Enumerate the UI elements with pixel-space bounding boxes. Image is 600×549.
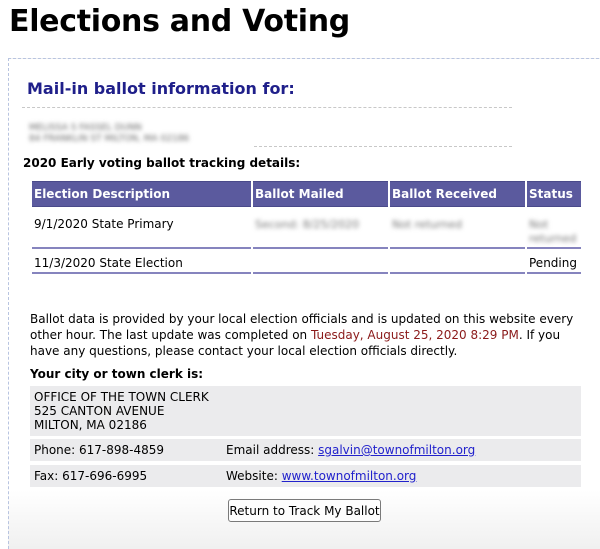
- website-link[interactable]: www.townofmilton.org: [282, 469, 417, 483]
- cell-status: Pending: [527, 249, 581, 274]
- column-header-status: Status: [527, 181, 581, 207]
- tracking-section-title: 2020 Early voting ballot tracking detail…: [23, 156, 301, 170]
- voter-name: MELISSA S FASSEL DUNN: [29, 123, 142, 133]
- last-update-time: Tuesday, August 25, 2020 8:29 PM: [310, 328, 519, 342]
- redacted-value: Not returned: [392, 218, 463, 231]
- email-label: Email address:: [226, 443, 319, 457]
- return-to-track-button[interactable]: Return to Track My Ballot: [228, 499, 381, 522]
- voter-info-redacted: MELISSA S FASSEL DUNN 84 FRANKLIN ST MIL…: [29, 123, 189, 145]
- clerk-address-box: OFFICE OF THE TOWN CLERK 525 CANTON AVEN…: [30, 386, 581, 436]
- phone-value: 617-898-4859: [79, 443, 165, 457]
- cell-ballot-received: Not returned: [390, 207, 525, 249]
- panel-heading: Mail-in ballot information for:: [27, 79, 295, 98]
- clerk-phone-row: Phone: 617-898-4859 Email address: sgalv…: [30, 439, 581, 461]
- clerk-email: Email address: sgalvin@townofmilton.org: [226, 443, 475, 457]
- cell-ballot-mailed: Second: 8/25/2020: [253, 207, 388, 249]
- cell-status: Not returned: [527, 207, 581, 249]
- clerk-fax: Fax: 617-696-6995: [34, 469, 147, 483]
- cell-election: 11/3/2020 State Election: [32, 249, 251, 274]
- cell-election: 9/1/2020 State Primary: [32, 207, 251, 249]
- redacted-value: Not returned: [529, 218, 577, 245]
- clerk-phone: Phone: 617-898-4859: [34, 443, 164, 457]
- table-row: 11/3/2020 State Election Pending: [32, 249, 581, 274]
- clerk-office: OFFICE OF THE TOWN CLERK: [34, 390, 209, 404]
- fax-value: 617-696-6995: [62, 469, 148, 483]
- page-title: Elections and Voting: [9, 4, 350, 39]
- cell-ballot-mailed: [253, 249, 388, 274]
- divider: [22, 107, 512, 108]
- voter-address: 84 FRANKLIN ST MILTON, MA 02186: [29, 134, 190, 144]
- column-header-ballot-mailed: Ballot Mailed: [253, 181, 388, 207]
- email-link[interactable]: sgalvin@townofmilton.org: [318, 443, 475, 457]
- update-notice: Ballot data is provided by your local el…: [30, 311, 590, 359]
- ballot-tracking-table: Election Description Ballot Mailed Ballo…: [30, 181, 583, 274]
- table-header-row: Election Description Ballot Mailed Ballo…: [32, 181, 581, 207]
- phone-label: Phone:: [34, 443, 80, 457]
- column-header-election: Election Description: [32, 181, 251, 207]
- fax-label: Fax:: [34, 469, 63, 483]
- column-header-ballot-received: Ballot Received: [390, 181, 525, 207]
- clerk-fax-row: Fax: 617-696-6995 Website: www.townofmil…: [30, 465, 581, 487]
- clerk-city: MILTON, MA 02186: [34, 418, 147, 432]
- clerk-street: 525 CANTON AVENUE: [34, 404, 165, 418]
- clerk-website: Website: www.townofmilton.org: [226, 469, 416, 483]
- cell-ballot-received: [390, 249, 525, 274]
- table-row: 9/1/2020 State Primary Second: 8/25/2020…: [32, 207, 581, 249]
- divider: [254, 146, 512, 147]
- website-label: Website:: [226, 469, 282, 483]
- redacted-value: Second: 8/25/2020: [255, 218, 360, 231]
- clerk-section-title: Your city or town clerk is:: [30, 367, 204, 381]
